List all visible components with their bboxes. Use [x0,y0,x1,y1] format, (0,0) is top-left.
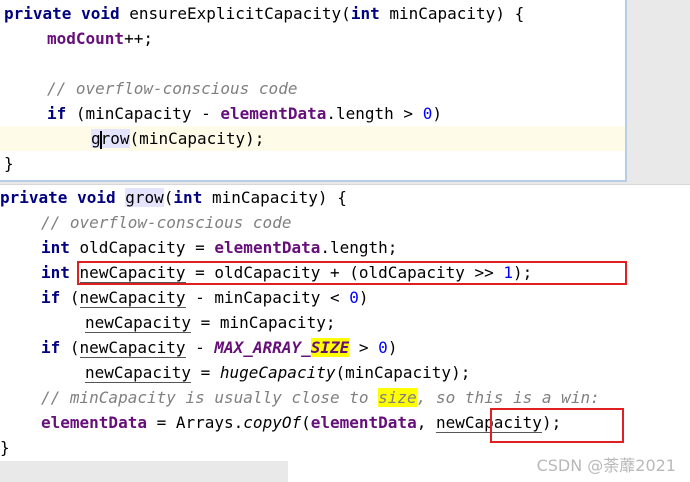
keyword: int [41,238,70,257]
number: 0 [422,104,433,123]
paren: ( [163,188,174,207]
code-line[interactable]: private void grow(int minCapacity) { [0,185,347,210]
field: elementData [214,238,321,257]
constant-highlight: SIZE [310,338,350,357]
keyword: if [41,338,61,357]
code-text: ( [60,338,80,357]
number: 0 [378,338,388,357]
keyword: private [4,4,72,23]
code-text: ) [387,338,398,357]
method-call: copyOf [243,413,302,432]
variable: newCapacity [79,338,186,358]
comment: // overflow-conscious code [47,79,298,98]
code-line[interactable]: // minCapacity is usually close to size,… [41,385,600,410]
code-line[interactable]: } [0,435,10,460]
code-text: .length; [320,238,398,257]
code-text: , [416,413,436,432]
code-text: ( [60,288,80,307]
code-text: = [190,363,220,382]
code-line[interactable]: // overflow-conscious code [47,76,297,101]
annotation-box-new-capacity [77,261,627,285]
code-line[interactable]: if (newCapacity - MAX_ARRAY_SIZE > 0) [41,335,397,360]
code-text: > [349,338,379,357]
keyword: int [41,263,70,282]
field: elementData [310,413,417,432]
method-name: grow [125,188,164,207]
code-line[interactable]: newCapacity = minCapacity; [85,310,335,335]
usage-highlight: grow [91,129,130,149]
annotation-box-copyof-arg [490,408,624,443]
keyword: void [81,4,120,23]
method-name: ensureExplicitCapacity [119,4,342,23]
field: elementData [41,413,147,432]
code-line[interactable]: private void ensureExplicitCapacity(int … [4,1,524,26]
code-text: - [185,338,215,357]
code-line[interactable]: newCapacity = hugeCapacity(minCapacity); [85,360,470,385]
keyword: int [350,4,380,23]
param: minCapacity) { [202,188,347,207]
code-line[interactable]: // overflow-conscious code [41,210,291,235]
code-line[interactable]: int oldCapacity = elementData.length; [41,235,397,260]
comment-highlight: size [378,388,417,407]
code-text: ) [358,288,369,307]
comment: // minCapacity is usually close to [41,388,379,407]
code-line[interactable]: if (newCapacity - minCapacity < 0) [41,285,369,310]
field: elementData [220,104,327,123]
param: minCapacity) { [379,4,525,23]
code-text: = Arrays. [146,413,244,432]
variable: newCapacity [85,363,191,383]
variable: newCapacity [79,288,186,308]
keyword: if [41,288,61,307]
code-text: (minCapacity - [66,104,221,123]
code-text: (minCapacity); [129,129,265,148]
constant: MAX_ARRAY_ [214,338,311,357]
code-line[interactable]: if (minCapacity - elementData.length > 0… [47,101,442,126]
code-editor-bottom[interactable]: private void grow(int minCapacity) { // … [0,184,690,461]
code-text: ) [432,104,442,123]
code-line[interactable]: elementData = Arrays.copyOf(elementData,… [41,410,561,435]
keyword: int [173,188,203,207]
paren: ( [341,4,351,23]
code-text: - minCapacity < [185,288,350,307]
brace: } [4,154,14,173]
variable: newCapacity [85,313,191,333]
code-line[interactable]: modCount++; [47,26,153,51]
keyword: if [47,104,67,123]
code-text: row [100,129,130,148]
code-text: (minCapacity); [335,363,471,382]
brace: } [0,438,10,457]
number: 0 [349,288,359,307]
code-text: ( [301,413,311,432]
current-line[interactable]: grow(minCapacity); [0,126,625,151]
code-text: ++; [124,29,153,48]
comment: , so this is a win: [416,388,600,407]
field: modCount [47,29,125,48]
code-text: .length > [326,104,423,123]
comment: // overflow-conscious code [41,213,292,232]
watermark: CSDN @荼蘼2021 [536,456,676,475]
code-text: oldCapacity = [69,238,215,257]
code-text: = minCapacity; [190,313,336,332]
code-line[interactable]: } [4,151,14,176]
keyword: void [77,188,116,207]
method-call: hugeCapacity [219,363,336,382]
keyword: private [0,188,68,207]
code-editor-top[interactable]: private void ensureExplicitCapacity(int … [0,0,627,182]
